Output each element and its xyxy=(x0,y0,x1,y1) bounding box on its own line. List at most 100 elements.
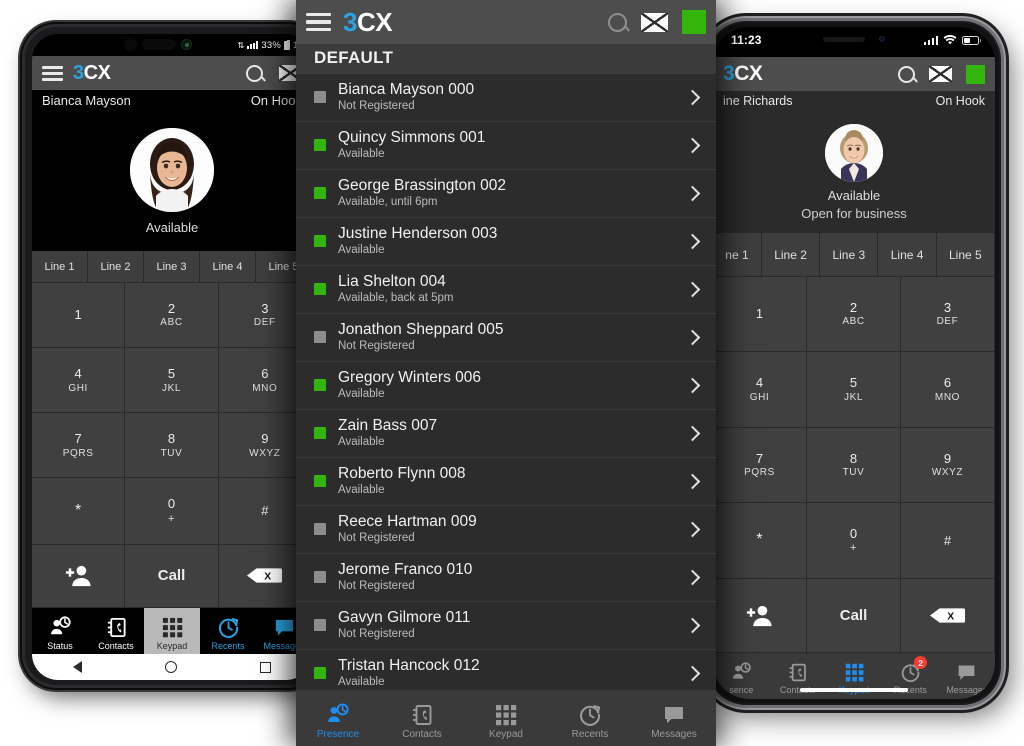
keypad-icon xyxy=(845,663,863,682)
presence-icon xyxy=(50,616,71,635)
key-7[interactable]: 7 PQRS xyxy=(32,413,126,479)
list-item[interactable]: Tristan Hancock 012 Available xyxy=(296,650,716,690)
key-7[interactable]: 7 PQRS xyxy=(713,427,807,503)
tab-keypad[interactable]: Keypad xyxy=(464,690,548,746)
key-3[interactable]: 3 DEF xyxy=(901,277,995,353)
list-item[interactable]: George Brassington 002 Available, until … xyxy=(296,170,716,218)
key-hash[interactable]: # xyxy=(901,502,995,580)
list-item[interactable]: Jonathon Sheppard 005 Not Registered xyxy=(296,314,716,362)
line-tab-1[interactable]: Line 1 xyxy=(32,251,88,283)
chevron-right-icon[interactable] xyxy=(684,425,701,441)
home-indicator[interactable] xyxy=(800,688,908,692)
status-square-icon[interactable] xyxy=(682,10,706,34)
chevron-right-icon[interactable] xyxy=(684,89,701,105)
list-item[interactable]: Bianca Mayson 000 Not Registered xyxy=(296,74,716,122)
list-item[interactable]: Quincy Simmons 001 Available xyxy=(296,122,716,170)
chevron-right-icon[interactable] xyxy=(684,377,701,393)
key-4[interactable]: 4 GHI xyxy=(713,352,807,428)
tab-presence[interactable]: Presence xyxy=(296,690,380,746)
line-tab-4[interactable]: Line 4 xyxy=(200,251,256,283)
tab-contacts[interactable]: Contacts xyxy=(88,608,144,654)
call-button[interactable]: Call xyxy=(125,544,219,608)
tab-contacts[interactable]: Contacts xyxy=(769,653,825,699)
key-letters: + xyxy=(849,542,858,555)
list-item[interactable]: Gavyn Gilmore 011 Not Registered xyxy=(296,602,716,650)
key-2[interactable]: 2 ABC xyxy=(125,283,219,349)
tab-recents[interactable]: Recents xyxy=(548,690,632,746)
mail-icon[interactable] xyxy=(929,66,952,82)
chevron-right-icon[interactable] xyxy=(684,569,701,585)
tab-recents[interactable]: 2 Recents xyxy=(882,653,938,699)
chevron-right-icon[interactable] xyxy=(684,665,701,681)
backspace-button[interactable]: X xyxy=(901,579,995,653)
key-4[interactable]: 4 GHI xyxy=(32,348,126,414)
chevron-right-icon[interactable] xyxy=(684,185,701,201)
key-8[interactable]: 8 TUV xyxy=(125,413,219,479)
tab-contacts[interactable]: Contacts xyxy=(380,690,464,746)
search-icon[interactable] xyxy=(898,65,915,83)
search-icon[interactable] xyxy=(246,64,263,82)
key-1[interactable]: 1 xyxy=(32,283,126,349)
status-square-icon[interactable] xyxy=(966,64,985,84)
key-9[interactable]: 9 WXYZ xyxy=(901,427,995,503)
contact-name: Bianca Mayson 000 xyxy=(338,81,475,98)
key-6[interactable]: 6 MNO xyxy=(901,352,995,428)
contact-status: Available xyxy=(338,244,385,256)
list-item[interactable]: Roberto Flynn 008 Available xyxy=(296,458,716,506)
hamburger-icon[interactable] xyxy=(42,65,63,81)
contacts-icon xyxy=(789,663,806,682)
tab-keypad[interactable]: Keypad xyxy=(826,653,882,699)
tab-recents[interactable]: Recents xyxy=(200,608,256,654)
tab-keypad[interactable]: Keypad xyxy=(144,608,200,654)
key-8[interactable]: 8 TUV xyxy=(807,427,901,503)
add-contact-button[interactable] xyxy=(32,544,126,608)
key-1[interactable]: 1 xyxy=(713,277,807,353)
list-item[interactable]: Jerome Franco 010 Not Registered xyxy=(296,554,716,602)
key-2[interactable]: 2 ABC xyxy=(807,277,901,353)
key-0[interactable]: 0 + xyxy=(125,478,219,545)
chevron-right-icon[interactable] xyxy=(684,233,701,249)
recents-button-icon[interactable] xyxy=(259,661,271,673)
list-item[interactable]: Lia Shelton 004 Available, back at 5pm xyxy=(296,266,716,314)
presence-indicator-icon xyxy=(314,475,326,487)
chevron-right-icon[interactable] xyxy=(684,329,701,345)
list-item[interactable]: Reece Hartman 009 Not Registered xyxy=(296,506,716,554)
hamburger-icon[interactable] xyxy=(306,12,331,32)
line-tab-2[interactable]: Line 2 xyxy=(761,233,821,277)
chevron-right-icon[interactable] xyxy=(684,137,701,153)
key-star[interactable]: * xyxy=(32,478,126,545)
key-0[interactable]: 0 + xyxy=(807,502,901,580)
chevron-right-icon[interactable] xyxy=(684,281,701,297)
brand-logo-prefix: 3 xyxy=(343,6,357,37)
list-item[interactable]: Zain Bass 007 Available xyxy=(296,410,716,458)
call-button[interactable]: Call xyxy=(807,579,901,653)
android-line-tabs: Line 1 Line 2 Line 3 Line 4 Line 5 xyxy=(32,251,312,283)
home-button-icon[interactable] xyxy=(164,661,177,673)
line-tab-3[interactable]: Line 3 xyxy=(144,251,200,283)
mail-icon[interactable] xyxy=(641,12,668,32)
presence-list[interactable]: Bianca Mayson 000 Not Registered Quincy … xyxy=(296,74,716,690)
line-tab-1[interactable]: ne 1 xyxy=(713,233,762,277)
tab-messages[interactable]: Messages xyxy=(939,653,995,699)
search-icon[interactable] xyxy=(608,12,627,32)
tab-messages[interactable]: Messages xyxy=(632,690,716,746)
tab-status[interactable]: Status xyxy=(32,608,88,654)
chevron-right-icon[interactable] xyxy=(684,473,701,489)
key-5[interactable]: 5 JKL xyxy=(125,348,219,414)
chevron-right-icon[interactable] xyxy=(684,617,701,633)
tab-sence[interactable]: sence xyxy=(713,653,769,699)
list-item[interactable]: Justine Henderson 003 Available xyxy=(296,218,716,266)
list-item[interactable]: Gregory Winters 006 Available xyxy=(296,362,716,410)
ios-keypad: 1 2 ABC 3 DEF 4 GHI 5 JKL 6 MNO 7 PQRS 8… xyxy=(713,277,995,653)
key-number: 3 xyxy=(261,300,269,316)
line-tab-4[interactable]: Line 4 xyxy=(878,233,937,277)
key-star[interactable]: * xyxy=(713,502,807,580)
line-tab-2[interactable]: Line 2 xyxy=(88,251,144,283)
key-5[interactable]: 5 JKL xyxy=(807,352,901,428)
line-tab-3[interactable]: Line 3 xyxy=(820,233,879,277)
add-contact-button[interactable] xyxy=(713,579,807,653)
back-button-icon[interactable] xyxy=(73,661,83,673)
line-tab-5[interactable]: Line 5 xyxy=(936,233,995,277)
contact-status: Available, until 6pm xyxy=(338,196,438,208)
chevron-right-icon[interactable] xyxy=(684,521,701,537)
